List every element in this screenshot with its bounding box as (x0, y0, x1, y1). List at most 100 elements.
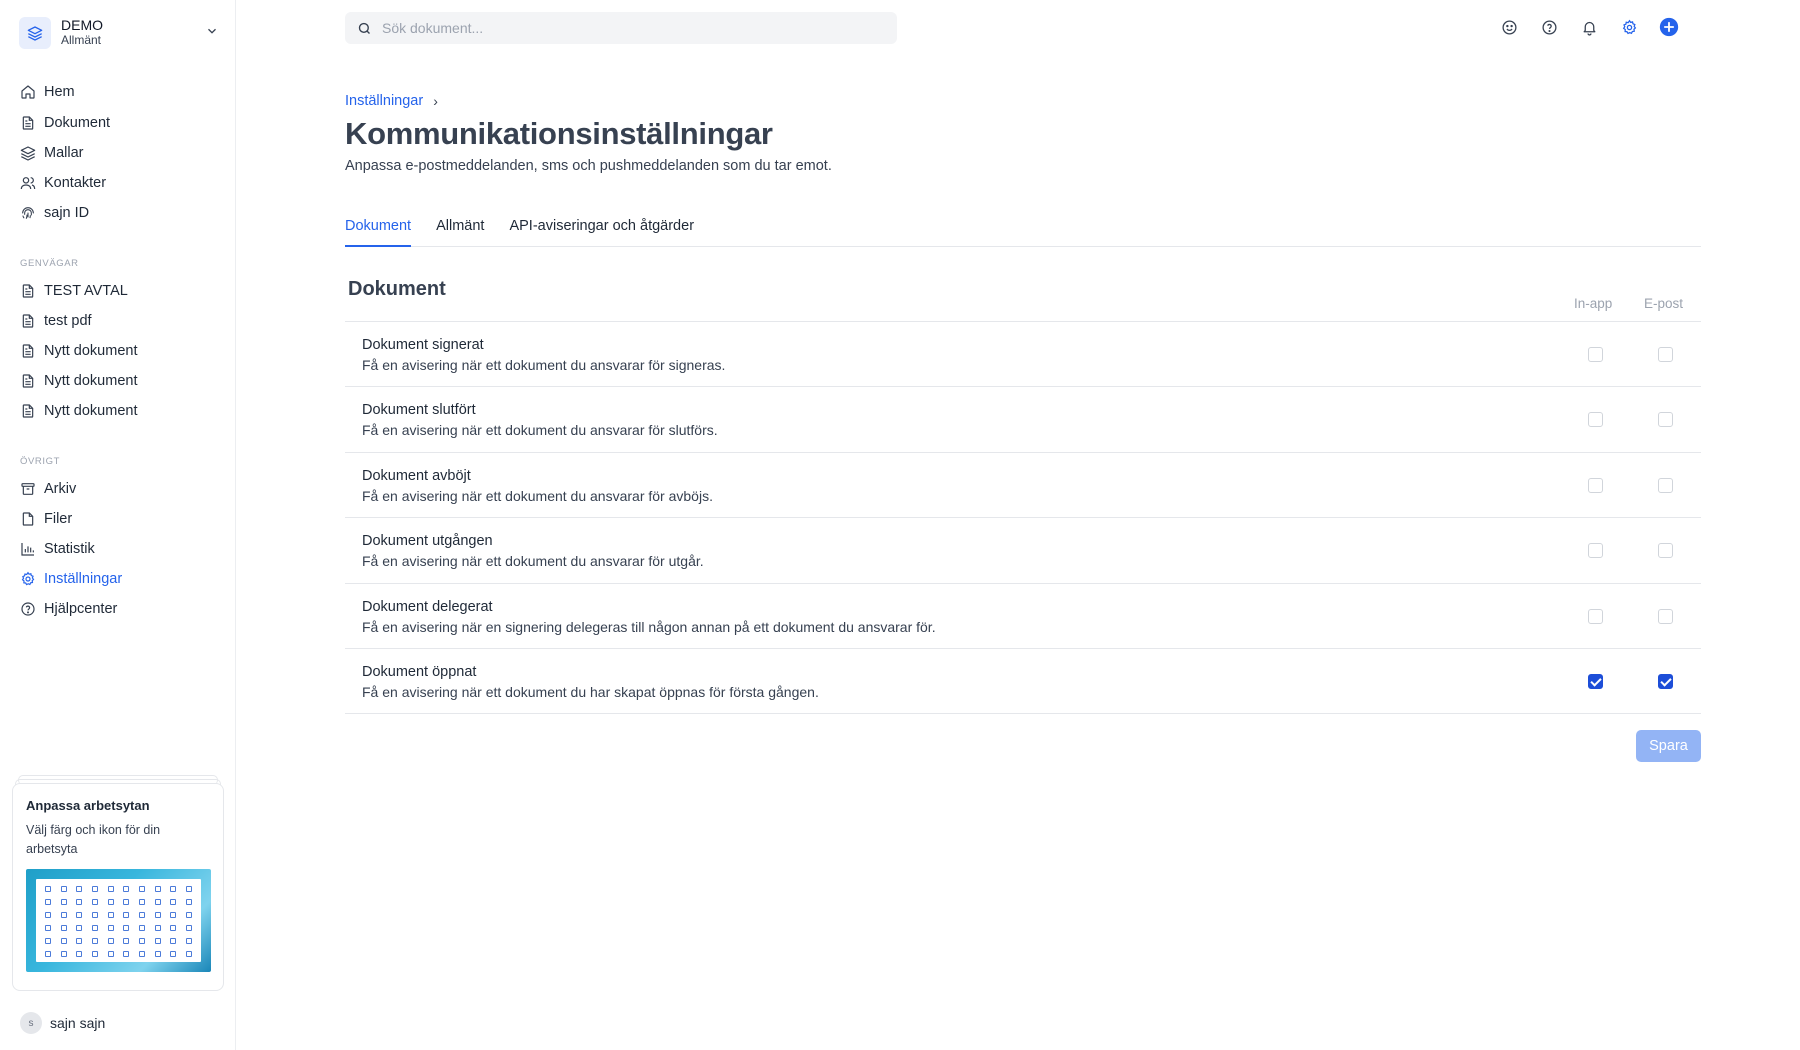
nav-item-kontakter[interactable]: Kontakter (20, 171, 220, 195)
document-icon (22, 374, 34, 388)
document-icon (22, 314, 34, 328)
smiley-icon[interactable] (1499, 17, 1519, 37)
grid-glyph-icon (56, 934, 72, 947)
document-icon (22, 404, 34, 418)
promo-title: Anpassa arbetsytan (26, 798, 150, 813)
tab-dokument[interactable]: Dokument (345, 218, 412, 247)
grid-glyph-icon (166, 921, 182, 934)
breadcrumb-link-settings[interactable]: Inställningar (345, 93, 423, 109)
shortcut-item[interactable]: TEST AVTAL (20, 279, 220, 303)
search-input[interactable] (382, 20, 862, 36)
notification-row: Dokument avböjt Få en avisering när ett … (345, 453, 1701, 519)
email-checkbox[interactable] (1658, 347, 1673, 362)
workspace-name: DEMO (61, 17, 103, 33)
grid-glyph-icon (87, 908, 103, 921)
nav-item-statistik[interactable]: Statistik (20, 537, 220, 561)
grid-glyph-icon (166, 947, 182, 960)
grid-glyph-icon (150, 947, 166, 960)
row-title: Dokument signerat (362, 337, 484, 353)
notification-row: Dokument öppnat Få en avisering när ett … (345, 649, 1701, 715)
search-bar[interactable] (345, 12, 897, 44)
tab-bar: Dokument Allmänt API-aviseringar och åtg… (345, 218, 1701, 247)
nav-item-label: Arkiv (44, 481, 77, 497)
grid-glyph-icon (150, 934, 166, 947)
chart-icon (21, 543, 34, 556)
grid-glyph-icon (103, 908, 119, 921)
archive-icon (21, 483, 35, 495)
section-title: Dokument (348, 278, 446, 300)
user-menu[interactable]: s sajn sajn (20, 1012, 105, 1034)
grid-glyph-icon (40, 908, 56, 921)
help-icon[interactable] (1539, 17, 1559, 37)
inapp-checkbox[interactable] (1588, 543, 1603, 559)
page-subtitle: Anpassa e-postmeddelanden, sms och pushm… (345, 158, 832, 174)
column-header-email: E-post (1644, 296, 1684, 311)
grid-glyph-icon (181, 895, 197, 908)
grid-glyph-icon (166, 908, 182, 921)
grid-glyph-icon (71, 908, 87, 921)
inapp-checkbox[interactable] (1588, 412, 1603, 428)
bell-icon[interactable] (1579, 17, 1599, 37)
grid-glyph-icon (87, 947, 103, 960)
grid-glyph-icon (87, 895, 103, 908)
grid-glyph-icon (166, 895, 182, 908)
grid-glyph-icon (181, 908, 197, 921)
nav-item-installningar[interactable]: Inställningar (20, 567, 220, 591)
grid-glyph-icon (118, 947, 134, 960)
nav-item-label: Dokument (44, 115, 111, 131)
inapp-checkbox[interactable] (1588, 673, 1603, 689)
nav-item-filer[interactable]: Filer (20, 507, 220, 531)
customize-workspace-card[interactable]: Anpassa arbetsytan Välj färg och ikon fö… (12, 783, 224, 991)
nav-item-sajn-id[interactable]: sajn ID (20, 201, 220, 225)
chevron-down-icon[interactable] (205, 24, 219, 42)
email-checkbox[interactable] (1658, 412, 1673, 428)
nav-item-label: Mallar (44, 145, 84, 161)
nav-item-dokument[interactable]: Dokument (20, 111, 220, 135)
email-checkbox[interactable] (1658, 608, 1673, 624)
nav-item-arkiv[interactable]: Arkiv (20, 477, 220, 501)
gear-icon[interactable] (1619, 17, 1639, 37)
shortcut-item[interactable]: Nytt dokument (20, 369, 220, 393)
document-icon (22, 344, 34, 358)
row-title: Dokument slutfört (362, 402, 476, 419)
row-description: Få en avisering när ett dokument du ansv… (362, 422, 718, 439)
inapp-checkbox[interactable] (1588, 477, 1603, 493)
shortcut-label: TEST AVTAL (44, 283, 128, 299)
page-title: Kommunikationsinställningar (345, 116, 773, 151)
row-description: Få en avisering när ett dokument du ansv… (362, 357, 726, 373)
users-icon (20, 177, 36, 190)
grid-glyph-icon (71, 947, 87, 960)
shortcut-item[interactable]: test pdf (20, 309, 220, 333)
shortcut-label: test pdf (44, 313, 92, 329)
grid-glyph-icon (103, 947, 119, 960)
nav-item-mallar[interactable]: Mallar (20, 141, 220, 165)
row-title: Dokument utgången (362, 533, 493, 550)
nav-item-hjalpcenter[interactable]: Hjälpcenter (20, 597, 220, 621)
workspace-switcher[interactable]: DEMO Allmänt (19, 16, 219, 50)
email-checkbox[interactable] (1658, 543, 1673, 559)
grid-glyph-icon (166, 882, 182, 895)
document-icon (22, 284, 34, 298)
save-button[interactable]: Spara (1636, 730, 1701, 762)
nav-item-hem[interactable]: Hem (20, 80, 220, 104)
tab-allmant[interactable]: Allmänt (436, 218, 484, 247)
email-checkbox[interactable] (1658, 477, 1673, 493)
grid-glyph-icon (181, 934, 197, 947)
row-description: Få en avisering när ett dokument du har … (362, 683, 819, 700)
grid-glyph-icon (40, 921, 56, 934)
email-checkbox[interactable] (1658, 673, 1673, 689)
sidebar: DEMO Allmänt Hem Dokument Mallar Kontakt… (0, 0, 236, 1050)
grid-glyph-icon (56, 921, 72, 934)
breadcrumb: Inställningar › (345, 93, 438, 109)
grid-glyph-icon (118, 908, 134, 921)
shortcut-item[interactable]: Nytt dokument (20, 339, 220, 363)
grid-glyph-icon (56, 895, 72, 908)
inapp-checkbox[interactable] (1588, 347, 1603, 362)
inapp-checkbox[interactable] (1588, 608, 1603, 624)
nav-item-label: sajn ID (44, 205, 90, 221)
shortcut-item[interactable]: Nytt dokument (20, 399, 220, 423)
row-title: Dokument öppnat (362, 663, 477, 680)
nav-item-label: Kontakter (44, 175, 107, 191)
plus-icon[interactable] (1659, 17, 1679, 37)
tab-api-aviseringar[interactable]: API-aviseringar och åtgärder (509, 218, 694, 247)
